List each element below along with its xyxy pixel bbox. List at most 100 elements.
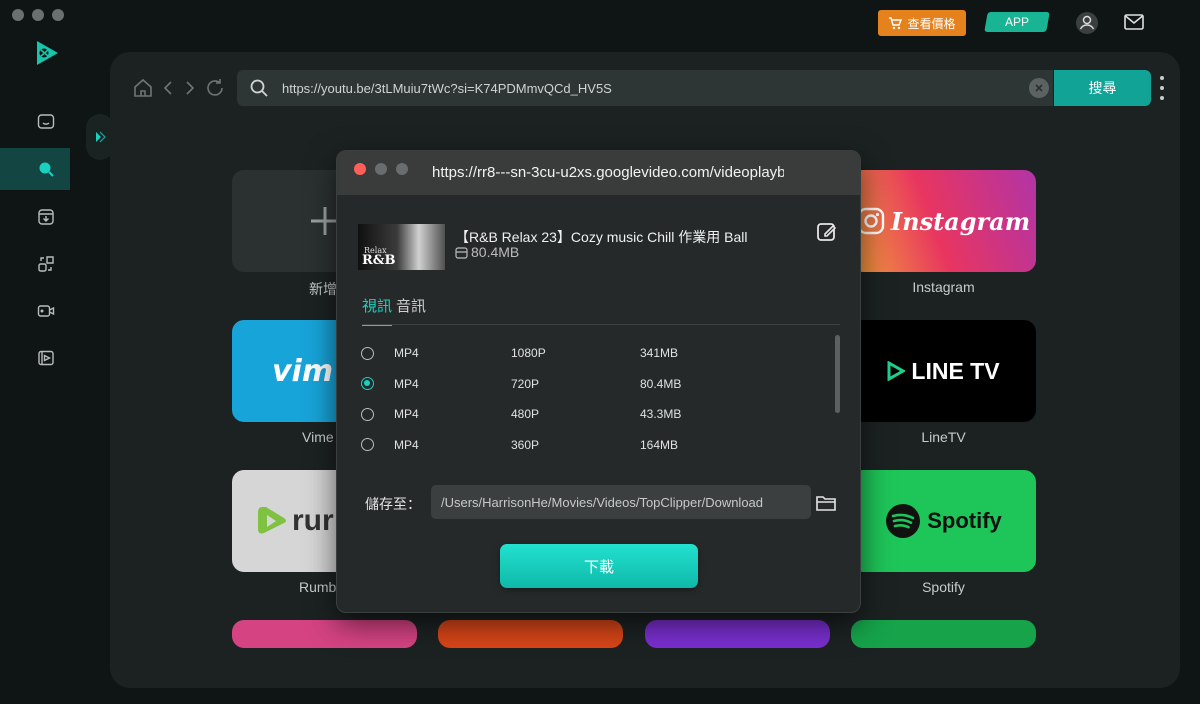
view-pricing-button[interactable]: 查看價格 [878,10,966,36]
sidebar-item-search[interactable] [0,148,70,190]
close-icon [1035,84,1043,92]
format-radio[interactable] [361,438,374,452]
format-row[interactable]: MP4 720P 80.4MB [361,369,831,400]
tab-video[interactable]: 視訊 [362,295,393,326]
video-player-icon [38,350,54,366]
spotify-logo-text: Spotify [927,508,1002,533]
convert-icon [38,256,54,272]
format-resolution: 1080P [511,346,546,361]
video-thumbnail: Relax R&B [358,224,445,270]
window-controls [12,9,64,21]
double-chevron-right-icon [96,131,106,143]
video-size-value: 80.4MB [471,244,520,260]
download-button[interactable]: 下載 [500,544,698,588]
format-resolution: 480P [511,407,540,422]
forward-icon[interactable] [182,77,198,99]
format-radio[interactable] [361,407,374,421]
tile-linetv[interactable]: LINE TV [851,320,1036,422]
dialog-minimize-button[interactable] [375,163,387,175]
save-to-label: 儲存至： [365,496,421,512]
format-size: 341MB [640,346,679,361]
format-row[interactable]: MP4 360P 164MB [361,430,831,461]
format-type: MP4 [394,376,419,391]
sidebar-item-convert[interactable] [0,243,92,285]
video-tools-icon [37,305,55,317]
thumbnail-text: R&B [362,253,396,268]
storage-icon [455,246,468,259]
tile-spotify[interactable]: Spotify [851,470,1036,572]
sidebar-expand-toggle[interactable] [86,114,114,160]
folder-icon[interactable] [815,493,837,513]
dialog-zoom-button[interactable] [396,163,408,175]
mail-icon[interactable] [1124,13,1144,31]
app-button-label: APP [1004,15,1029,29]
tile-label-add: 新增 [309,281,337,297]
instagram-logo-text: Instagram [890,206,1031,236]
more-options-button[interactable] [1158,76,1166,100]
tile-label-linetv: LineTV [921,429,966,445]
browser-nav [132,77,226,99]
tile-label-vimeo: Vime [302,429,334,445]
tab-divider [362,324,840,325]
format-type: MP4 [394,407,419,422]
dialog-close-button[interactable] [354,163,366,175]
video-size: 80.4MB [455,244,519,260]
sidebar-item-video-tools[interactable] [0,290,92,332]
user-account-icon[interactable] [1074,11,1100,35]
spotify-icon [886,504,921,538]
vimeo-logo-text: vim [272,353,334,389]
format-size: 164MB [640,437,679,452]
format-list-scrollbar[interactable] [835,335,840,413]
tile-label-instagram: Instagram [912,279,975,295]
tile-partial-1[interactable] [232,620,417,648]
format-type: MP4 [394,437,419,452]
tab-audio[interactable]: 音訊 [396,295,426,326]
format-radio[interactable] [361,346,374,360]
format-tabs: 視訊 音訊 [362,295,426,326]
format-size: 43.3MB [640,407,682,422]
format-list: MP4 1080P 341MB MP4 720P 80.4MB MP4 480P… [361,338,831,460]
instagram-icon [857,207,885,235]
format-radio-selected[interactable] [361,377,374,391]
url-text[interactable]: https://youtu.be/3tLMuiu7tWc?si=K74PDMmv… [282,81,612,96]
format-row[interactable]: MP4 1080P 341MB [361,338,831,369]
search-icon [39,162,54,177]
dialog-titlebar: https://rr8---sn-3cu-u2xs.googlevideo.co… [337,151,860,195]
window-minimize-button[interactable] [32,9,44,21]
clear-url-button[interactable] [1029,78,1049,98]
window-close-button[interactable] [12,9,24,21]
search-button[interactable]: 搜尋 [1054,70,1151,106]
tile-partial-3[interactable] [645,620,830,648]
rumble-play-icon [258,507,286,534]
home-icon [37,114,55,129]
linetv-logo-text: LINE TV [911,357,1000,384]
tile-partial-4[interactable] [851,620,1036,648]
view-pricing-label: 查看價格 [907,16,956,31]
search-icon [250,79,268,97]
tile-label-rumble: Rumb [299,579,337,595]
app-logo-icon [37,41,58,65]
format-type: MP4 [394,346,419,361]
app-button[interactable]: APP [984,12,1050,32]
tile-label-spotify: Spotify [922,579,965,595]
sidebar-item-player[interactable] [0,337,92,379]
download-box-icon [38,209,54,225]
save-path-field[interactable]: /Users/HarrisonHe/Movies/Videos/TopClipp… [431,485,811,519]
url-bar[interactable]: https://youtu.be/3tLMuiu7tWc?si=K74PDMmv… [237,70,1053,106]
window-zoom-button[interactable] [52,9,64,21]
rumble-logo-text: rur [292,504,334,537]
tile-partial-2[interactable] [438,620,623,648]
refresh-icon[interactable] [204,77,226,99]
format-row[interactable]: MP4 480P 43.3MB [361,399,831,430]
format-resolution: 720P [511,376,540,391]
edit-icon[interactable] [816,221,838,243]
play-triangle-icon [887,361,906,381]
format-size: 80.4MB [640,376,682,391]
back-icon[interactable] [160,77,176,99]
sidebar-item-downloads[interactable] [0,196,92,238]
tile-instagram[interactable]: Instagram [851,170,1036,272]
home-nav-icon[interactable] [132,77,154,99]
dialog-title: https://rr8---sn-3cu-u2xs.googlevideo.co… [432,164,784,181]
sidebar-item-home[interactable] [0,100,92,142]
format-resolution: 360P [511,437,540,452]
